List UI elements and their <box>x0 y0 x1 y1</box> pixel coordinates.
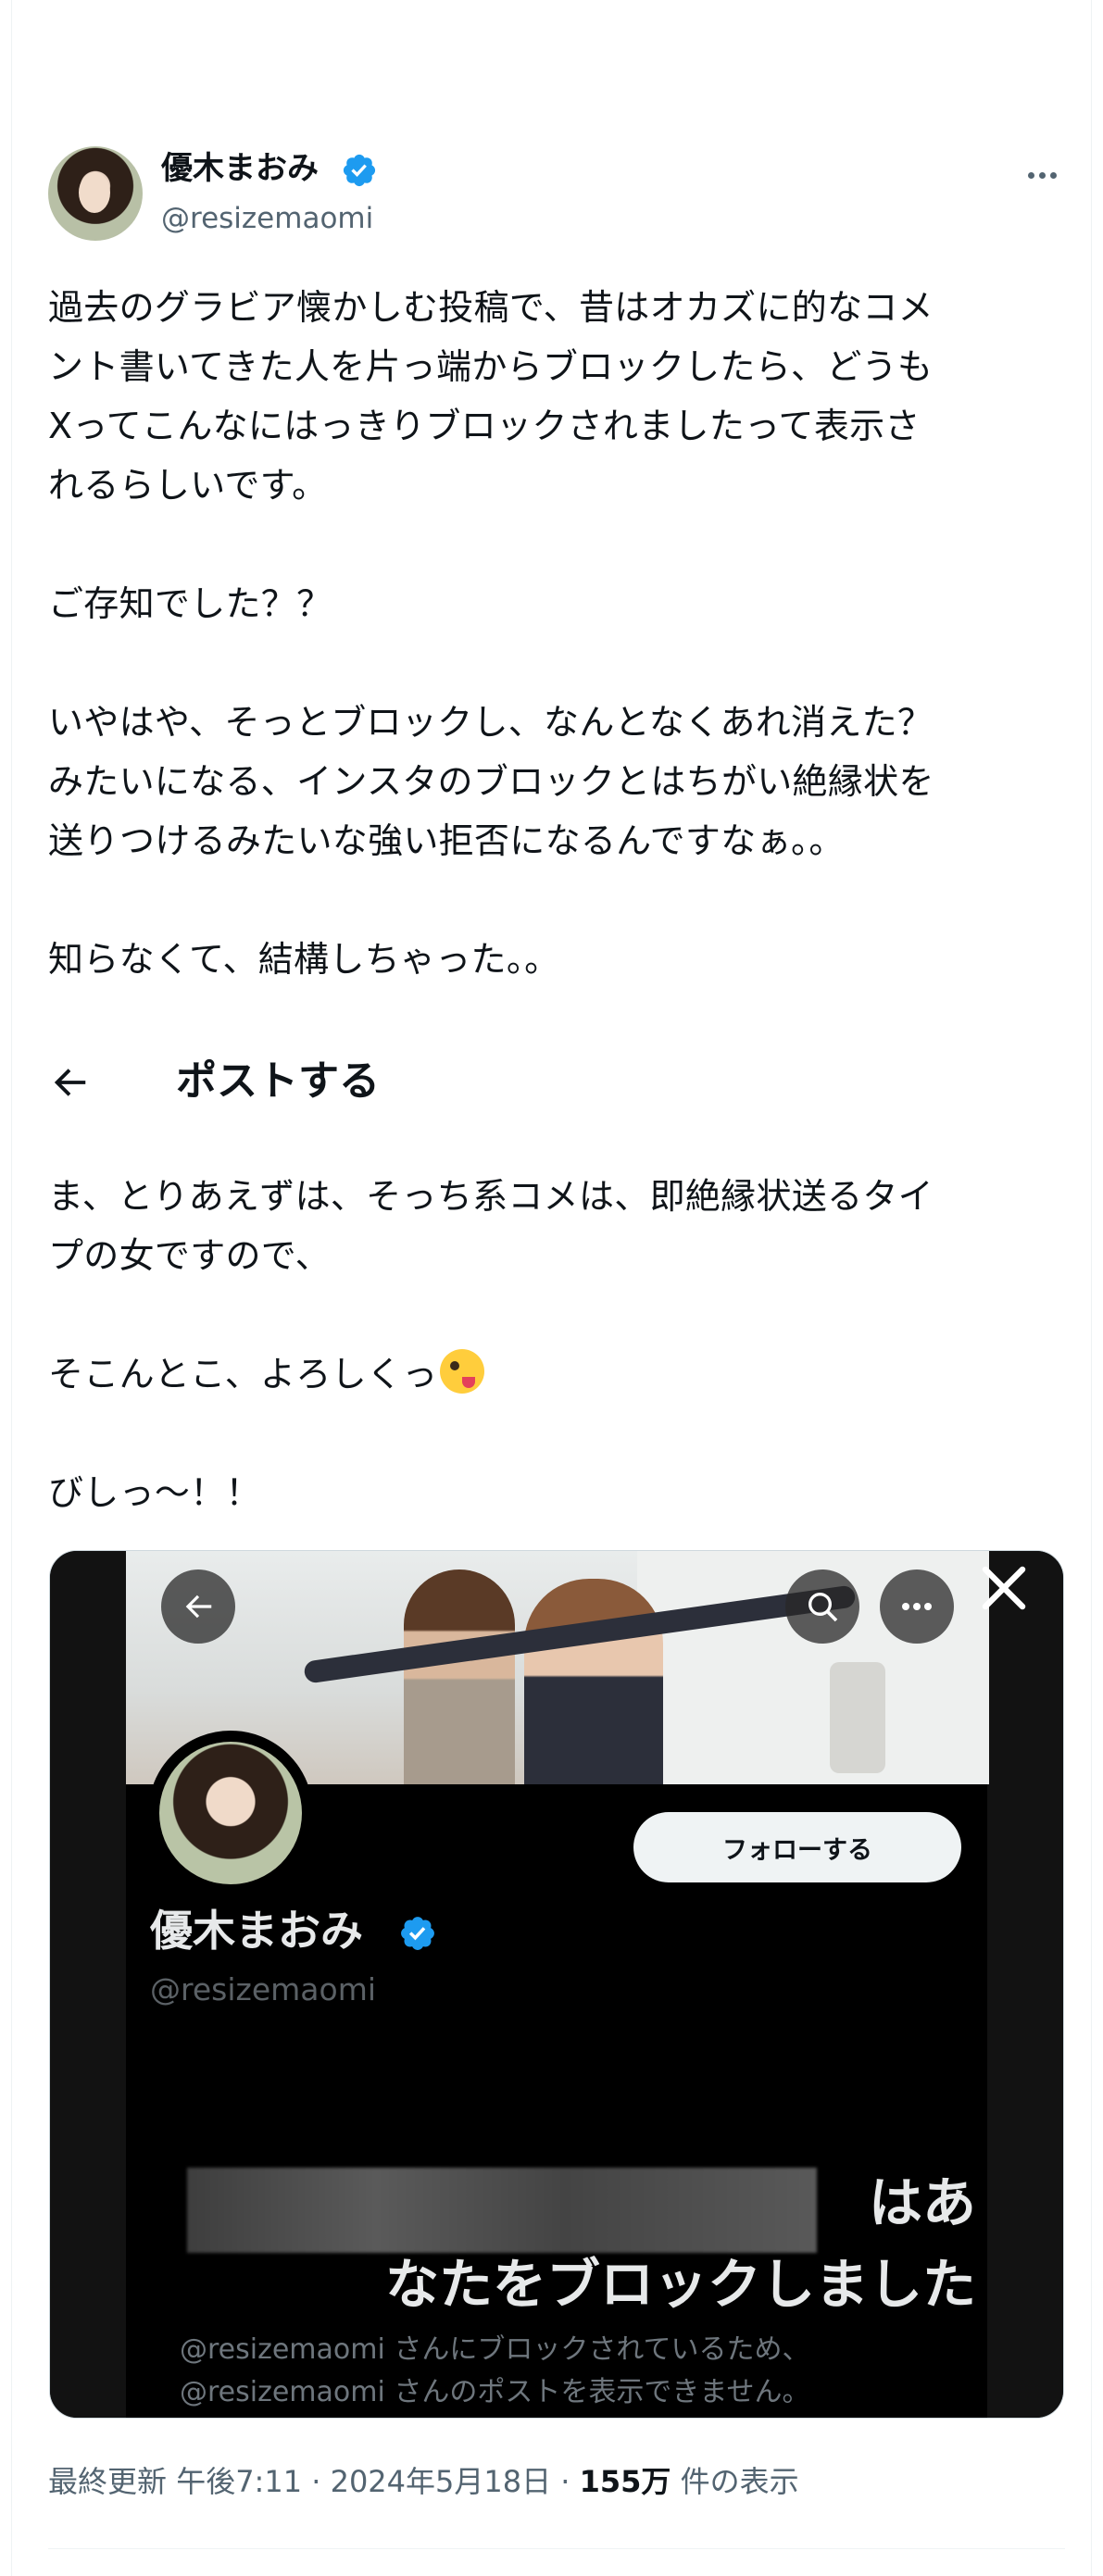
zany-face-emoji <box>439 1349 484 1394</box>
blocked-message-description: @resizemaomi さんにブロックされているため、 @resizemaom… <box>180 2333 810 2408</box>
meta-time[interactable]: 午後7:11 <box>176 2464 302 2499</box>
tweet-paragraph-6-text: そこんとこ、よろしくっ <box>48 1354 438 1394</box>
search-icon <box>785 1569 859 1644</box>
tweet-paragraph-2: ご存知でした？？ <box>48 583 332 624</box>
meta-separator: · <box>560 2464 570 2499</box>
tweet-paragraph-5: ま、とりあえずは、そっち系コメは、即絶縁状送るタイ プの女ですので、 <box>48 1176 934 1276</box>
meta-date[interactable]: 2024年5月18日 <box>331 2464 552 2499</box>
image-left-border <box>50 1551 126 2418</box>
tweet-paragraph-6: そこんとこ、よろしくっ <box>48 1344 1048 1404</box>
tweet-paragraph-3: いやはや、そっとブロックし、なんとなくあれ消えた？ みたいになる、インスタのブロ… <box>48 702 934 861</box>
view-count-label: 件の表示 <box>680 2464 799 2499</box>
verified-badge-icon <box>343 154 376 187</box>
back-arrow-icon <box>54 1069 86 1096</box>
tweet-paragraph-7: びしっ～！！ <box>48 1472 261 1513</box>
embedded-post-header: ポストする <box>176 1057 380 1105</box>
meta-separator: · <box>311 2464 321 2499</box>
close-icon <box>982 1566 1026 1610</box>
redacted-blur <box>187 2168 817 2253</box>
meta-prefix: 最終更新 <box>48 2464 168 2499</box>
profile-avatar <box>148 1731 313 1895</box>
more-options-icon[interactable] <box>1015 159 1069 191</box>
tweet-paragraph-4: 知らなくて、結構しちゃった。。 <box>48 939 560 980</box>
back-arrow-icon <box>161 1569 235 1644</box>
tweet-meta: 最終更新 午後7:11 · 2024年5月18日 · 155万 件の表示 <box>48 2461 799 2502</box>
author-avatar[interactable] <box>48 146 143 241</box>
profile-handle: @resizemaomi <box>150 1971 377 2007</box>
author-handle[interactable]: @resizemaomi <box>161 200 373 237</box>
follow-button: フォローする <box>633 1812 961 1882</box>
image-right-border <box>987 1551 1063 2418</box>
attached-image[interactable]: フォローする 優木まおみ @resizemaomi はあ なたをブロックしました… <box>49 1550 1064 2419</box>
view-count[interactable]: 155万 <box>580 2464 671 2499</box>
divider <box>48 2548 1065 2549</box>
tweet-paragraph-1: 過去のグラビア懐かしむ投稿で、昔はオカズに的なコメ ント書いてきた人を片っ端から… <box>48 287 934 506</box>
more-icon <box>880 1569 954 1644</box>
verified-badge-icon <box>401 1917 434 1950</box>
author-name[interactable]: 優木まおみ <box>161 150 319 187</box>
profile-name: 優木まおみ <box>150 1906 363 1956</box>
